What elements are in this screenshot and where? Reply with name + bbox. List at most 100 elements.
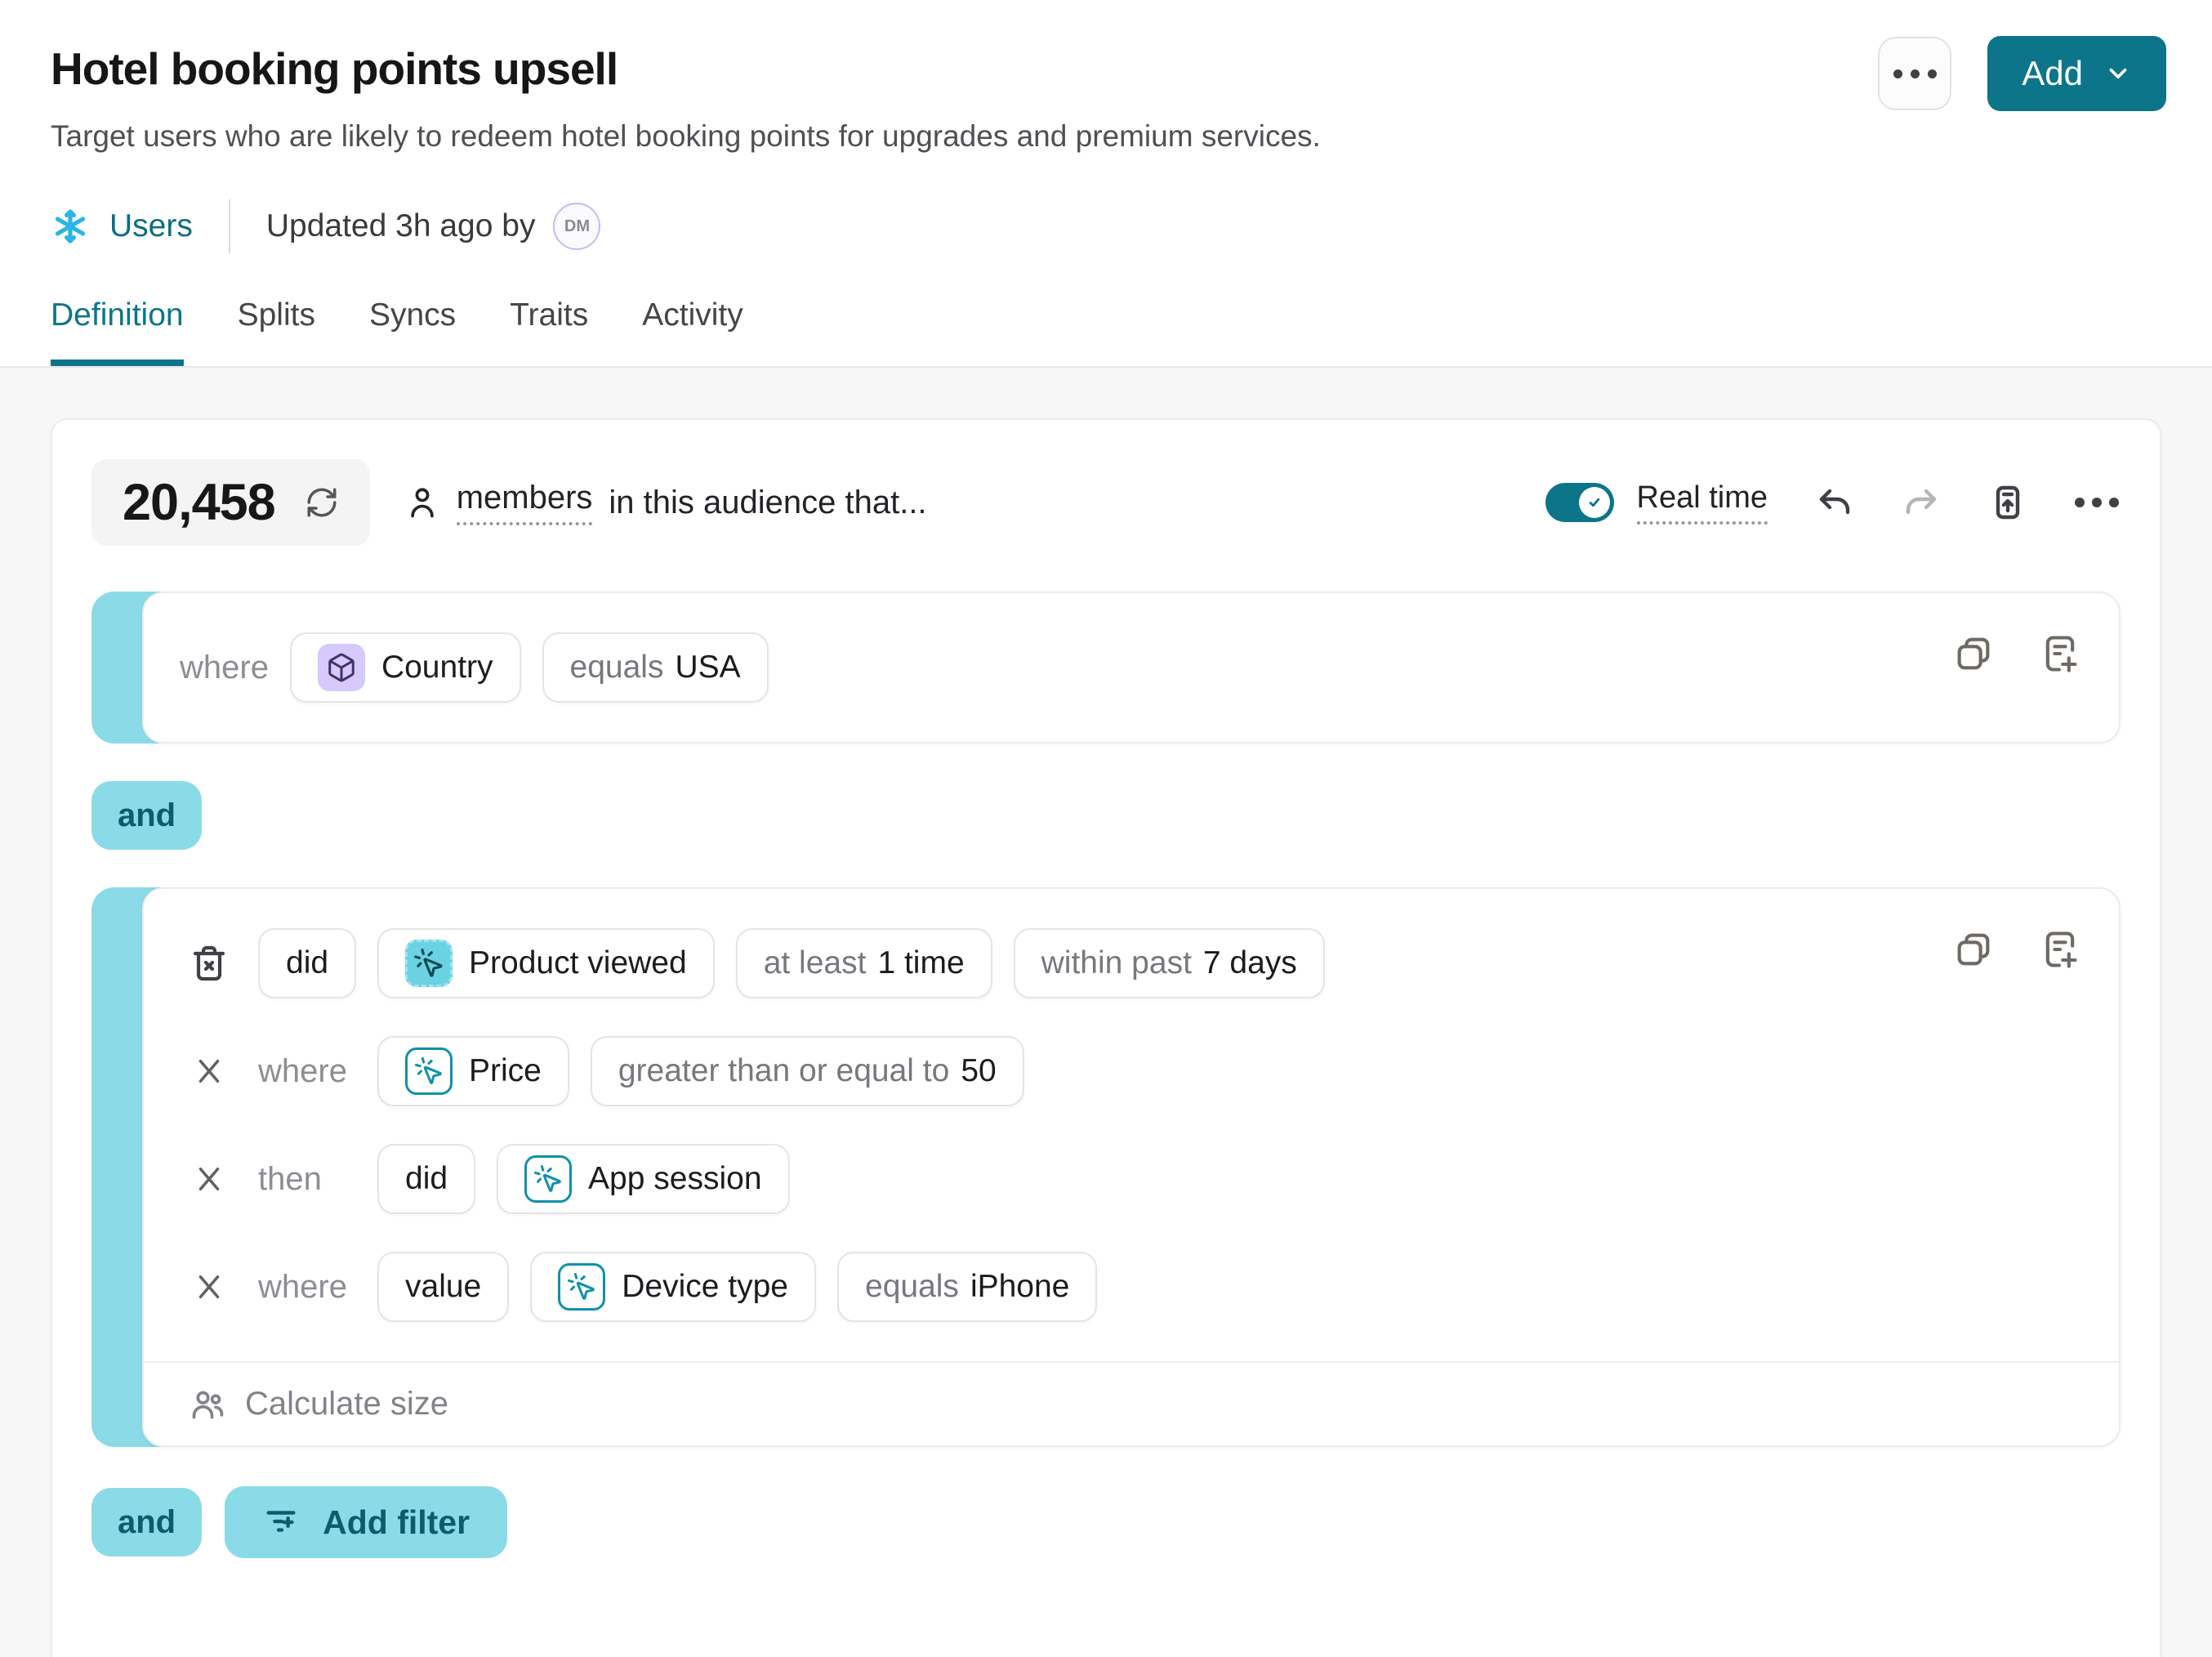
condition-card-actions [1952, 928, 2081, 971]
event-row: did Product viewed [190, 928, 2086, 998]
row-prefix: then [258, 1161, 355, 1198]
cube-icon [318, 644, 365, 691]
remove-row-icon[interactable] [190, 1054, 229, 1088]
delete-condition-icon[interactable] [190, 944, 229, 983]
realtime-toggle[interactable] [1545, 483, 1614, 522]
condition-card-2: did Product viewed [142, 887, 2121, 1447]
operator-label: equals [865, 1269, 959, 1305]
chevron-down-icon [2104, 60, 2132, 87]
event-chip-product-viewed[interactable]: Product viewed [377, 928, 715, 998]
verb-chip[interactable]: did [377, 1144, 475, 1214]
realtime-label[interactable]: Real time [1637, 480, 1768, 525]
operator-label: greater than or equal to [618, 1053, 949, 1089]
snowflake-icon [51, 207, 90, 246]
meta-row: Users Updated 3h ago by DM [51, 199, 2166, 253]
tab-bar: Definition Splits Syncs Traits Activity [0, 297, 2212, 368]
remove-row-icon[interactable] [190, 1162, 229, 1196]
condition-block-1: where Country equals [91, 592, 2121, 744]
main-area: 20,458 members in thi [0, 368, 2212, 1657]
definition-card: 20,458 members in thi [51, 418, 2161, 1657]
connector-band: and [91, 781, 2121, 850]
operator-chip[interactable]: equals USA [542, 632, 769, 703]
tab-syncs[interactable]: Syncs [369, 297, 456, 366]
redo-icon[interactable] [1902, 483, 1941, 522]
operator-value: USA [675, 650, 740, 686]
more-options-button[interactable] [1878, 37, 1951, 110]
tab-traits[interactable]: Traits [510, 297, 588, 366]
operator-label: equals [570, 650, 664, 686]
property-click-icon [558, 1263, 605, 1311]
duplicate-icon[interactable] [1952, 632, 1995, 675]
time-window-label: within past [1041, 945, 1192, 981]
field-chip-country[interactable]: Country [290, 632, 521, 703]
avatar[interactable]: DM [553, 203, 600, 250]
frequency-value: 1 time [877, 945, 964, 981]
and-connector-2[interactable]: and [91, 1488, 202, 1557]
operator-chip-gte[interactable]: greater than or equal to 50 [591, 1036, 1024, 1106]
person-icon [404, 485, 440, 520]
members-suffix: in this audience that... [609, 485, 926, 521]
and-connector-1[interactable]: and [91, 781, 202, 850]
property-chip-price[interactable]: Price [377, 1036, 569, 1106]
filter-plus-icon [262, 1503, 300, 1541]
property-chip-device-type[interactable]: Device type [530, 1252, 816, 1322]
toggle-knob [1579, 487, 1610, 518]
duplicate-icon[interactable] [1952, 928, 1995, 971]
save-version-icon[interactable] [1988, 483, 2027, 522]
add-filter-label: Add filter [323, 1503, 470, 1542]
operator-value: iPhone [970, 1269, 1069, 1305]
members-label[interactable]: members [457, 480, 593, 525]
calculate-size-button[interactable]: Calculate size [144, 1361, 2119, 1445]
condition-block-2: did Product viewed [91, 887, 2121, 1447]
event-chip-app-session[interactable]: App session [497, 1144, 789, 1214]
add-filter-button[interactable]: Add filter [225, 1486, 507, 1558]
time-window-chip[interactable]: within past 7 days [1014, 928, 1325, 998]
row-prefix: where [258, 1053, 355, 1090]
value-kind-label: value [405, 1269, 481, 1305]
verb-chip[interactable]: did [258, 928, 356, 998]
value-kind-chip[interactable]: value [377, 1252, 509, 1322]
frequency-label: at least [764, 945, 867, 981]
time-window-value: 7 days [1203, 945, 1297, 981]
overflow-menu-icon[interactable] [2075, 498, 2119, 507]
add-button-label: Add [2022, 54, 2083, 93]
entity-link[interactable]: Users [51, 207, 193, 246]
then-row: then did [190, 1144, 2086, 1214]
page-header: Hotel booking points upsell Target users… [0, 0, 2212, 253]
condition-card-actions [1952, 632, 2081, 675]
tab-splits[interactable]: Splits [238, 297, 315, 366]
member-count-pill: 20,458 [91, 459, 370, 546]
event-chip-label: App session [588, 1161, 761, 1197]
refresh-icon[interactable] [305, 485, 339, 520]
tab-activity[interactable]: Activity [642, 297, 743, 366]
stats-toolbar: Real time [1545, 480, 2120, 525]
member-count: 20,458 [123, 473, 275, 532]
page-description: Target users who are likely to redeem ho… [51, 119, 2166, 154]
add-button[interactable]: Add [1987, 36, 2166, 111]
entity-label: Users [109, 208, 193, 244]
add-to-note-icon[interactable] [2039, 632, 2081, 675]
stats-row: 20,458 members in thi [91, 459, 2121, 546]
condition-prefix: where [180, 650, 269, 686]
members-sentence: members in this audience that... [404, 480, 927, 525]
header-actions: Add [1878, 36, 2166, 111]
bottom-actions: and Add filter [91, 1486, 2121, 1558]
people-icon [190, 1387, 225, 1423]
undo-icon[interactable] [1815, 483, 1854, 522]
property-row: where Price [190, 1036, 2086, 1106]
ellipsis-icon [1893, 69, 1937, 78]
event-chip-label: Product viewed [469, 945, 687, 981]
add-to-note-icon[interactable] [2039, 928, 2081, 971]
calculate-size-label: Calculate size [245, 1386, 448, 1423]
property-chip-label: Device type [622, 1269, 788, 1305]
event-click-icon [524, 1155, 572, 1203]
remove-row-icon[interactable] [190, 1270, 229, 1304]
operator-chip-equals[interactable]: equals iPhone [837, 1252, 1097, 1322]
property-chip-label: Price [469, 1053, 542, 1089]
frequency-chip[interactable]: at least 1 time [736, 928, 992, 998]
updated-text: Updated 3h ago by [266, 208, 536, 244]
property-click-icon [405, 1047, 453, 1095]
event-condition-rows: did Product viewed [144, 889, 2119, 1361]
tab-definition[interactable]: Definition [51, 297, 184, 366]
condition-card-1: where Country equals [142, 592, 2121, 744]
